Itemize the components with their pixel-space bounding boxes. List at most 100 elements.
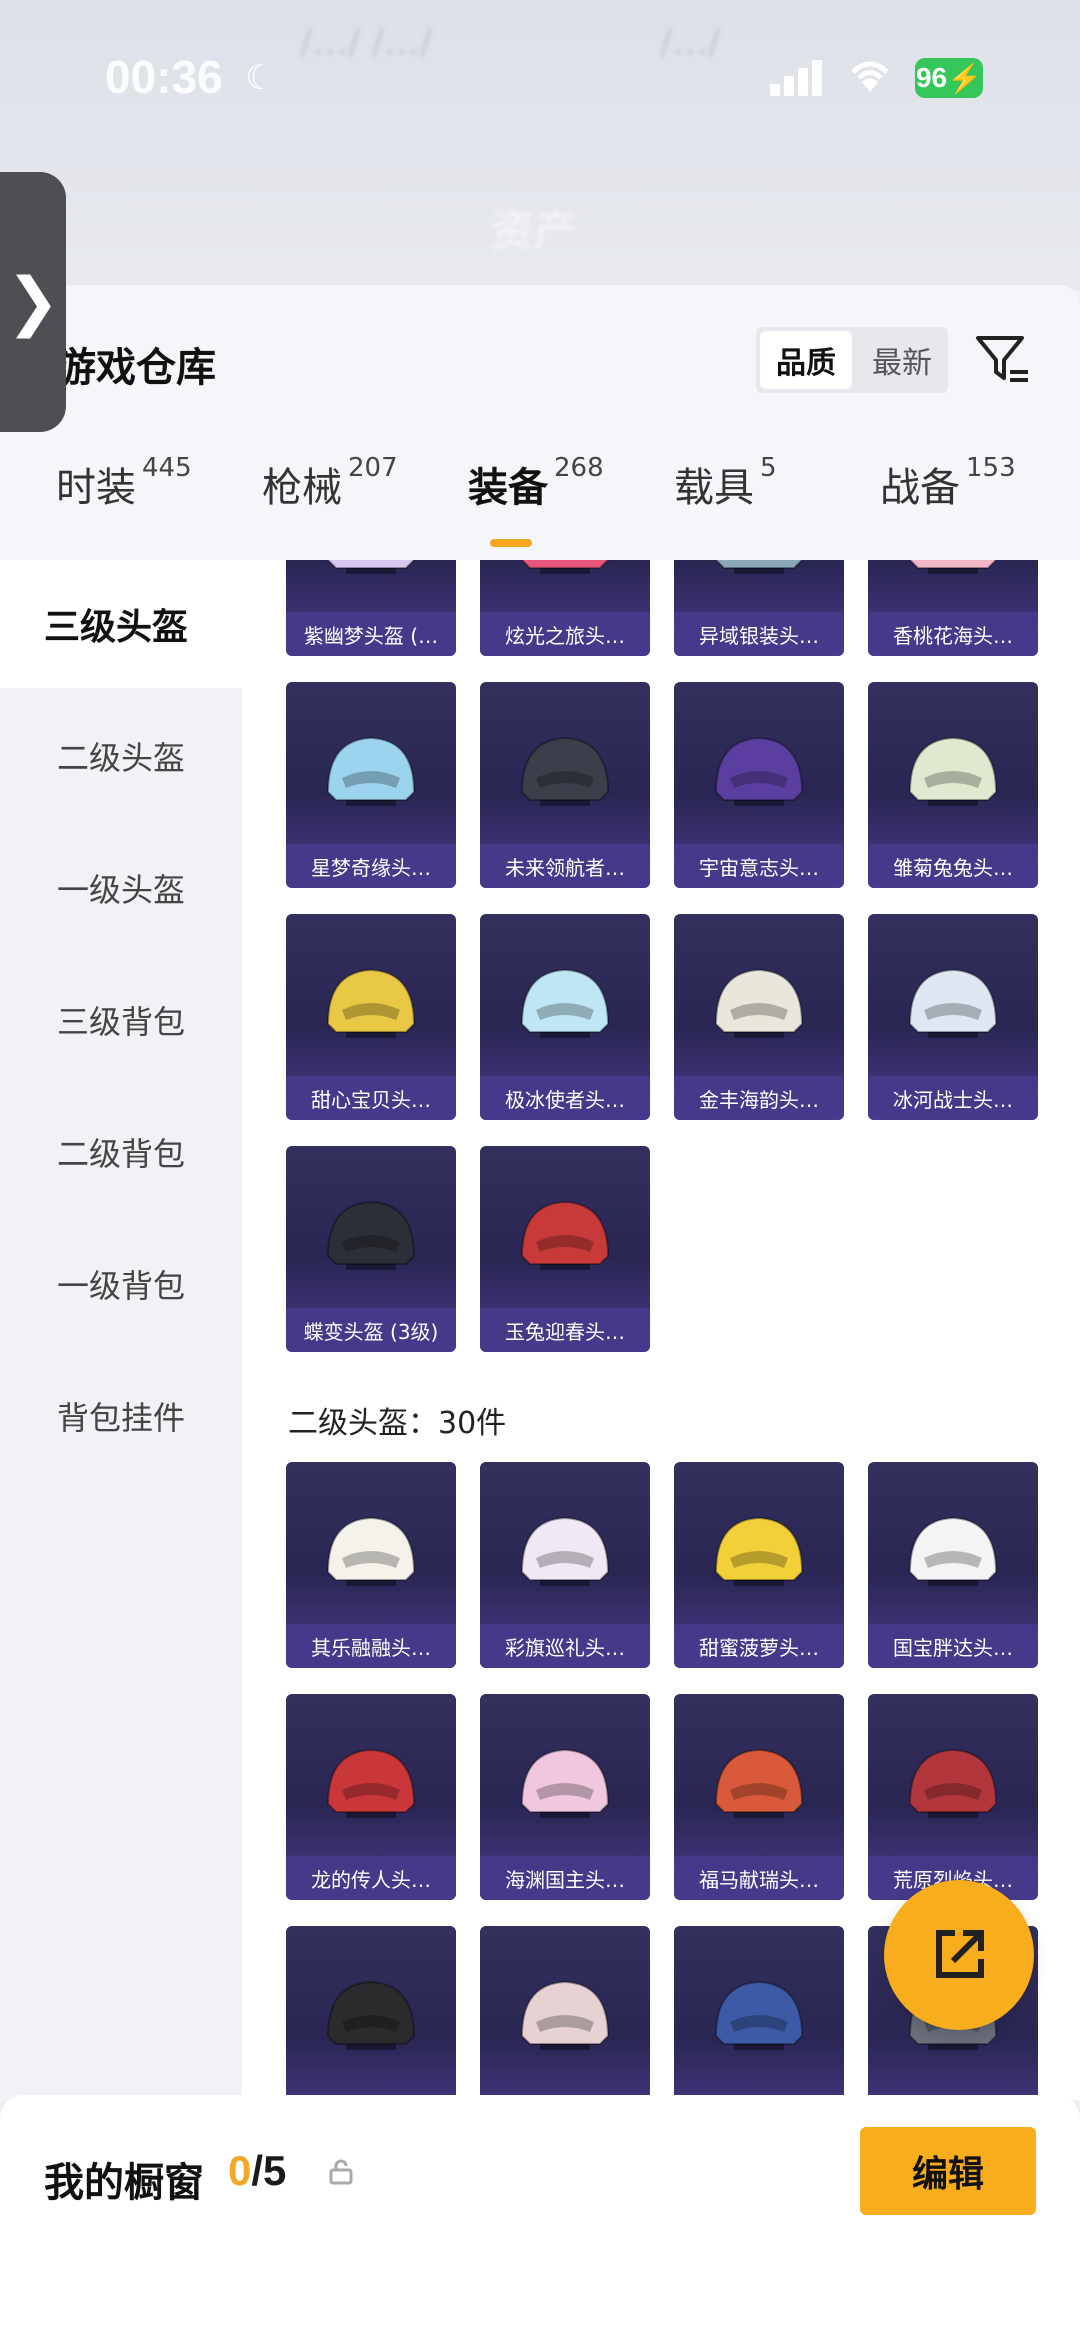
tab-fashion[interactable]: 时装 445 <box>56 453 192 525</box>
helmet-icon <box>520 736 610 806</box>
level3-item-card[interactable]: 蝶变头盔 (3级) <box>286 1146 456 1352</box>
level3-item-card[interactable]: 香桃花海头… <box>868 560 1038 656</box>
level3-item-card[interactable]: 紫幽梦头盔 (… <box>286 560 456 656</box>
tab-equipment[interactable]: 装备 268 <box>468 453 604 525</box>
level2-item-card[interactable]: 龙的传人头… <box>286 1694 456 1900</box>
helmet-icon <box>714 1516 804 1586</box>
moon-icon: ☾ <box>245 58 276 98</box>
level3-item-card[interactable]: 金丰海韵头… <box>674 914 844 1120</box>
level2-item-card[interactable] <box>286 1926 456 2100</box>
item-name: 雏菊兔兔头… <box>868 844 1038 888</box>
helmet-icon <box>520 1748 610 1818</box>
sort-toggle: 品质 最新 <box>756 327 948 393</box>
sidebar-item-level2-backpack[interactable]: 二级背包 <box>0 1088 242 1216</box>
helmet-icon <box>520 1516 610 1586</box>
sort-newest-button[interactable]: 最新 <box>856 327 948 393</box>
wifi-icon <box>848 58 892 104</box>
level3-item-card[interactable]: 玉兔迎春头… <box>480 1146 650 1352</box>
item-name: 金丰海韵头… <box>674 1076 844 1120</box>
drawer-toggle-button[interactable]: ❯ <box>0 172 66 432</box>
level3-item-card[interactable]: 甜心宝贝头… <box>286 914 456 1120</box>
item-name: 宇宙意志头… <box>674 844 844 888</box>
showcase-label: 我的橱窗 <box>44 2160 204 2206</box>
item-name: 甜心宝贝头… <box>286 1076 456 1120</box>
sidebar-item-level2-helmet[interactable]: 二级头盔 <box>0 692 242 820</box>
sidebar-item-backpack-charm[interactable]: 背包挂件 <box>0 1352 242 1480</box>
helmet-icon <box>326 1516 416 1586</box>
level3-item-card[interactable]: 星梦奇缘头… <box>286 682 456 888</box>
level2-item-card[interactable]: 福马献瑞头… <box>674 1694 844 1900</box>
helmet-icon <box>520 560 610 574</box>
helmet-icon <box>714 1748 804 1818</box>
item-grid: 紫幽梦头盔 (… 炫光之旅头… 异域银装头… 香桃花海头… 星梦奇缘头… 未来领航者… 宇宙… <box>242 560 1080 2100</box>
helmet-icon <box>714 560 804 574</box>
level2-item-card[interactable] <box>480 1926 650 2100</box>
level3-item-card[interactable]: 未来领航者… <box>480 682 650 888</box>
item-name: 甜蜜菠萝头… <box>674 1624 844 1668</box>
tab-vehicles[interactable]: 载具 5 <box>674 453 777 525</box>
tab-supplies[interactable]: 战备 153 <box>880 453 1016 525</box>
level2-item-card[interactable]: 彩旗巡礼头… <box>480 1462 650 1668</box>
share-button[interactable] <box>884 1880 1034 2030</box>
showcase-bar: 我的橱窗 0/5 编辑 <box>0 2095 1080 2341</box>
helmet-icon <box>326 1748 416 1818</box>
item-name: 彩旗巡礼头… <box>480 1624 650 1668</box>
sort-quality-button[interactable]: 品质 <box>760 331 852 389</box>
helmet-icon <box>908 560 998 574</box>
level2-item-card[interactable]: 国宝胖达头… <box>868 1462 1038 1668</box>
helmet-icon <box>908 736 998 806</box>
item-name: 炫光之旅头… <box>480 612 650 656</box>
item-name: 极冰使者头… <box>480 1076 650 1120</box>
level3-item-card[interactable]: 冰河战士头… <box>868 914 1038 1120</box>
sidebar-item-level1-backpack[interactable]: 一级背包 <box>0 1220 242 1348</box>
edit-button[interactable]: 编辑 <box>860 2127 1036 2215</box>
helmet-icon <box>908 968 998 1038</box>
level3-item-card[interactable]: 宇宙意志头… <box>674 682 844 888</box>
helmet-icon <box>326 968 416 1038</box>
item-name: 蝶变头盔 (3级) <box>286 1308 456 1352</box>
sidebar-item-level3-backpack[interactable]: 三级背包 <box>0 956 242 1084</box>
signal-icon <box>770 60 830 96</box>
tab-weapons[interactable]: 枪械 207 <box>262 453 398 525</box>
level3-item-card[interactable]: 炫光之旅头… <box>480 560 650 656</box>
blurred-page-title: 资产 <box>490 206 578 257</box>
level2-item-card[interactable] <box>674 1926 844 2100</box>
level3-item-card[interactable]: 雏菊兔兔头… <box>868 682 1038 888</box>
helmet-icon <box>520 1200 610 1270</box>
category-tabs: 时装 445 枪械 207 装备 268 载具 5 战备 153 <box>0 453 1080 547</box>
sidebar-item-level1-helmet[interactable]: 一级头盔 <box>0 824 242 952</box>
item-name: 玉兔迎春头… <box>480 1308 650 1352</box>
helmet-icon <box>714 736 804 806</box>
helmet-icon <box>908 1516 998 1586</box>
item-name: 海渊国主头… <box>480 1856 650 1900</box>
section-title-level2: 二级头盔：30件 <box>288 1406 507 1441</box>
level2-item-card[interactable]: 荒原烈焰头… <box>868 1694 1038 1900</box>
blurred-status-text: /…/ /…/ <box>300 22 432 63</box>
helmet-icon <box>326 736 416 806</box>
item-name: 冰河战士头… <box>868 1076 1038 1120</box>
filter-icon[interactable] <box>972 330 1032 390</box>
level2-item-card[interactable]: 海渊国主头… <box>480 1694 650 1900</box>
helmet-icon <box>520 1980 610 2050</box>
item-name: 其乐融融头… <box>286 1624 456 1668</box>
helmet-icon <box>326 560 416 574</box>
showcase-count: 0/5 <box>228 2147 287 2194</box>
battery-indicator: 96 ⚡ <box>915 58 983 98</box>
item-name: 龙的传人头… <box>286 1856 456 1900</box>
level3-item-card[interactable]: 极冰使者头… <box>480 914 650 1120</box>
share-icon <box>936 1930 984 1978</box>
level2-item-card[interactable]: 其乐融融头… <box>286 1462 456 1668</box>
helmet-icon <box>520 968 610 1038</box>
helmet-icon <box>714 1980 804 2050</box>
helmet-icon <box>326 1980 416 2050</box>
item-name: 国宝胖达头… <box>868 1624 1038 1668</box>
level2-item-card[interactable]: 甜蜜菠萝头… <box>674 1462 844 1668</box>
sidebar-item-level3-helmet[interactable]: 三级头盔 <box>0 560 242 688</box>
item-name: 异域银装头… <box>674 612 844 656</box>
chevron-right-icon: ❯ <box>6 265 60 339</box>
helmet-icon <box>714 968 804 1038</box>
helmet-icon <box>908 1748 998 1818</box>
active-tab-indicator <box>490 539 532 547</box>
status-bar: /…/ /…/ /…/ 00:36 ☾ 96 ⚡ 资产 <box>0 0 1080 290</box>
level3-item-card[interactable]: 异域银装头… <box>674 560 844 656</box>
